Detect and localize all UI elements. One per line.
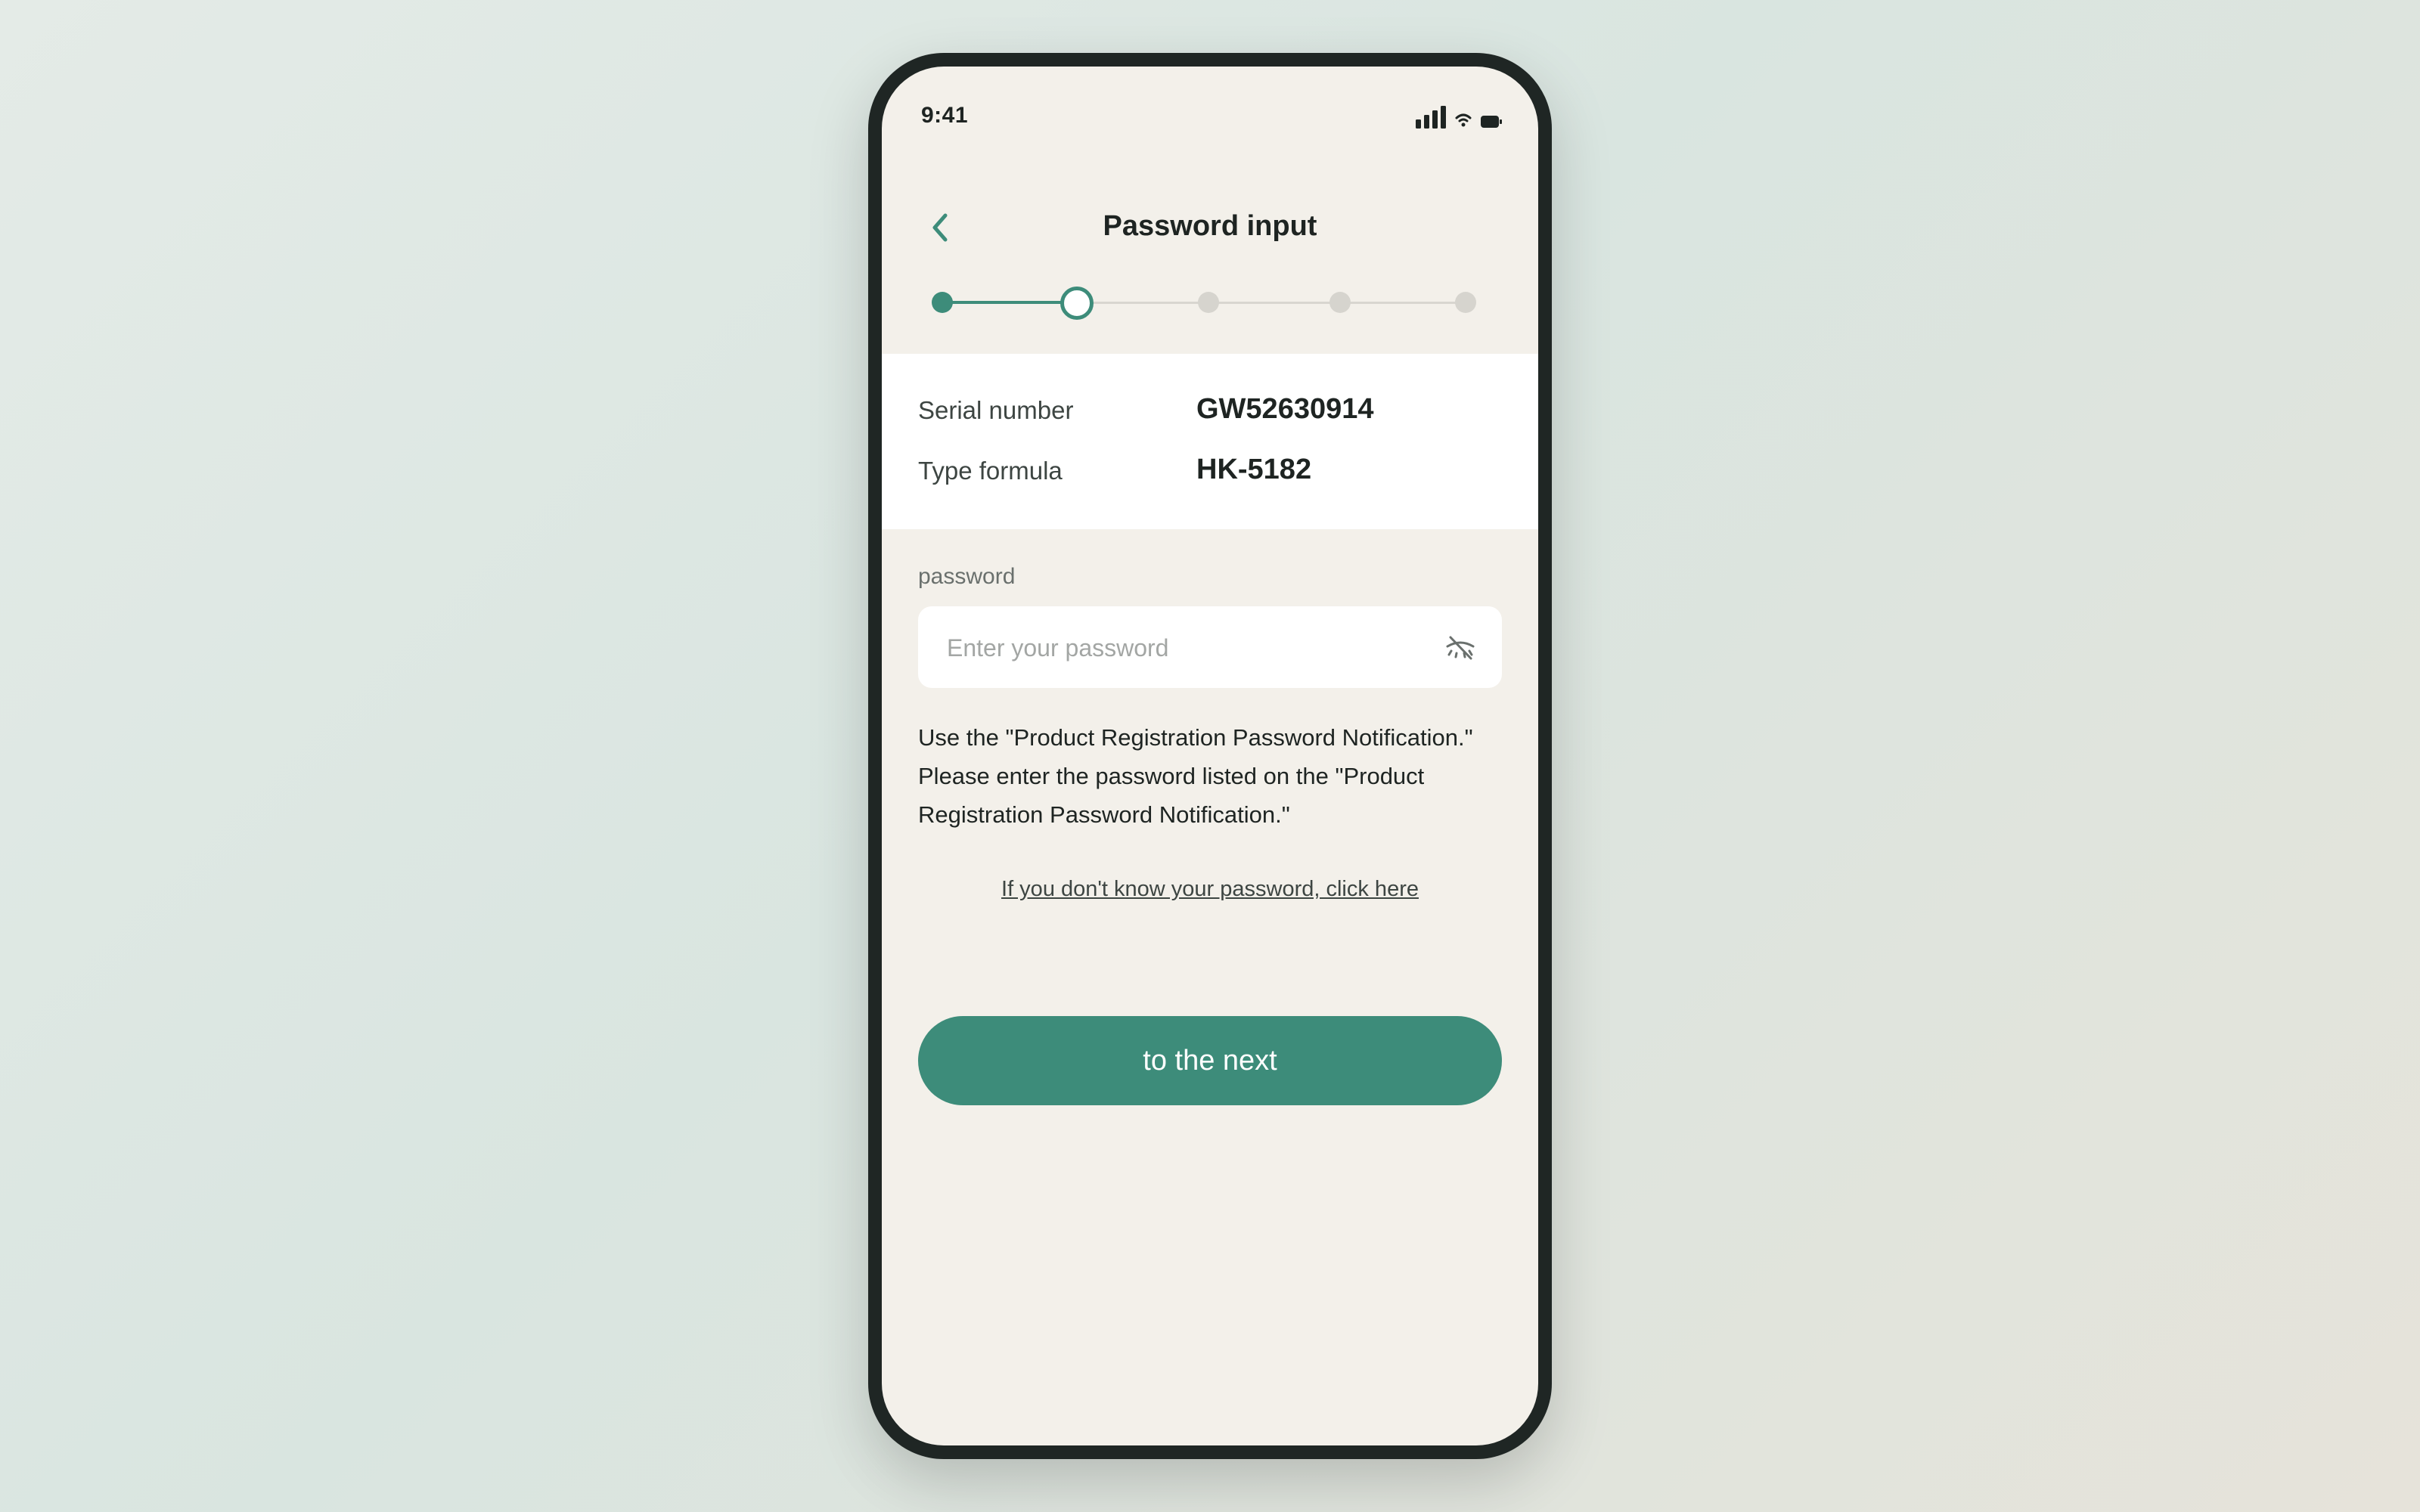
navigation-bar: Password input <box>882 195 1538 263</box>
status-time: 9:41 <box>921 103 969 128</box>
type-formula-row: Type formula HK-5182 <box>918 448 1502 493</box>
step-connector-1 <box>942 301 1075 304</box>
type-formula-label: Type formula <box>918 457 1063 485</box>
step-connector-3 <box>1208 302 1342 304</box>
password-label: password <box>918 564 1016 589</box>
progress-stepper <box>932 286 1476 320</box>
step-4-indicator <box>1329 292 1351 313</box>
next-button[interactable]: to the next <box>918 1016 1502 1105</box>
serial-number-label: Serial number <box>918 396 1074 424</box>
forgot-password-link[interactable]: If you don't know your password, click h… <box>882 877 1538 902</box>
step-connector-4 <box>1342 302 1466 304</box>
phone-screen: 9:41 Password input Serial number GW5263… <box>882 67 1538 1445</box>
status-bar: 9:41 <box>882 67 1538 150</box>
serial-number-value: GW52630914 <box>1196 393 1374 425</box>
password-input[interactable] <box>945 606 1417 689</box>
type-formula-value: HK-5182 <box>1196 454 1312 485</box>
step-1-indicator <box>932 292 953 313</box>
wifi-icon <box>1455 113 1472 127</box>
status-icons <box>1416 106 1502 129</box>
phone-frame: 9:41 Password input Serial number GW5263… <box>868 53 1552 1459</box>
step-5-indicator <box>1455 292 1476 313</box>
battery-icon <box>1481 116 1502 128</box>
password-instructions: Use the "Product Registration Password N… <box>918 724 1473 828</box>
password-field <box>918 606 1502 689</box>
eye-slash-icon <box>1446 636 1475 660</box>
serial-number-row: Serial number GW52630914 <box>918 387 1502 432</box>
product-info-card: Serial number GW52630914 Type formula HK… <box>882 354 1538 529</box>
cellular-signal-icon <box>1416 106 1446 129</box>
step-3-indicator <box>1198 292 1219 313</box>
password-visibility-toggle[interactable] <box>1441 629 1479 667</box>
page-title: Password input <box>1103 210 1317 242</box>
step-2-indicator <box>1060 287 1094 320</box>
step-connector-2 <box>1075 302 1208 304</box>
